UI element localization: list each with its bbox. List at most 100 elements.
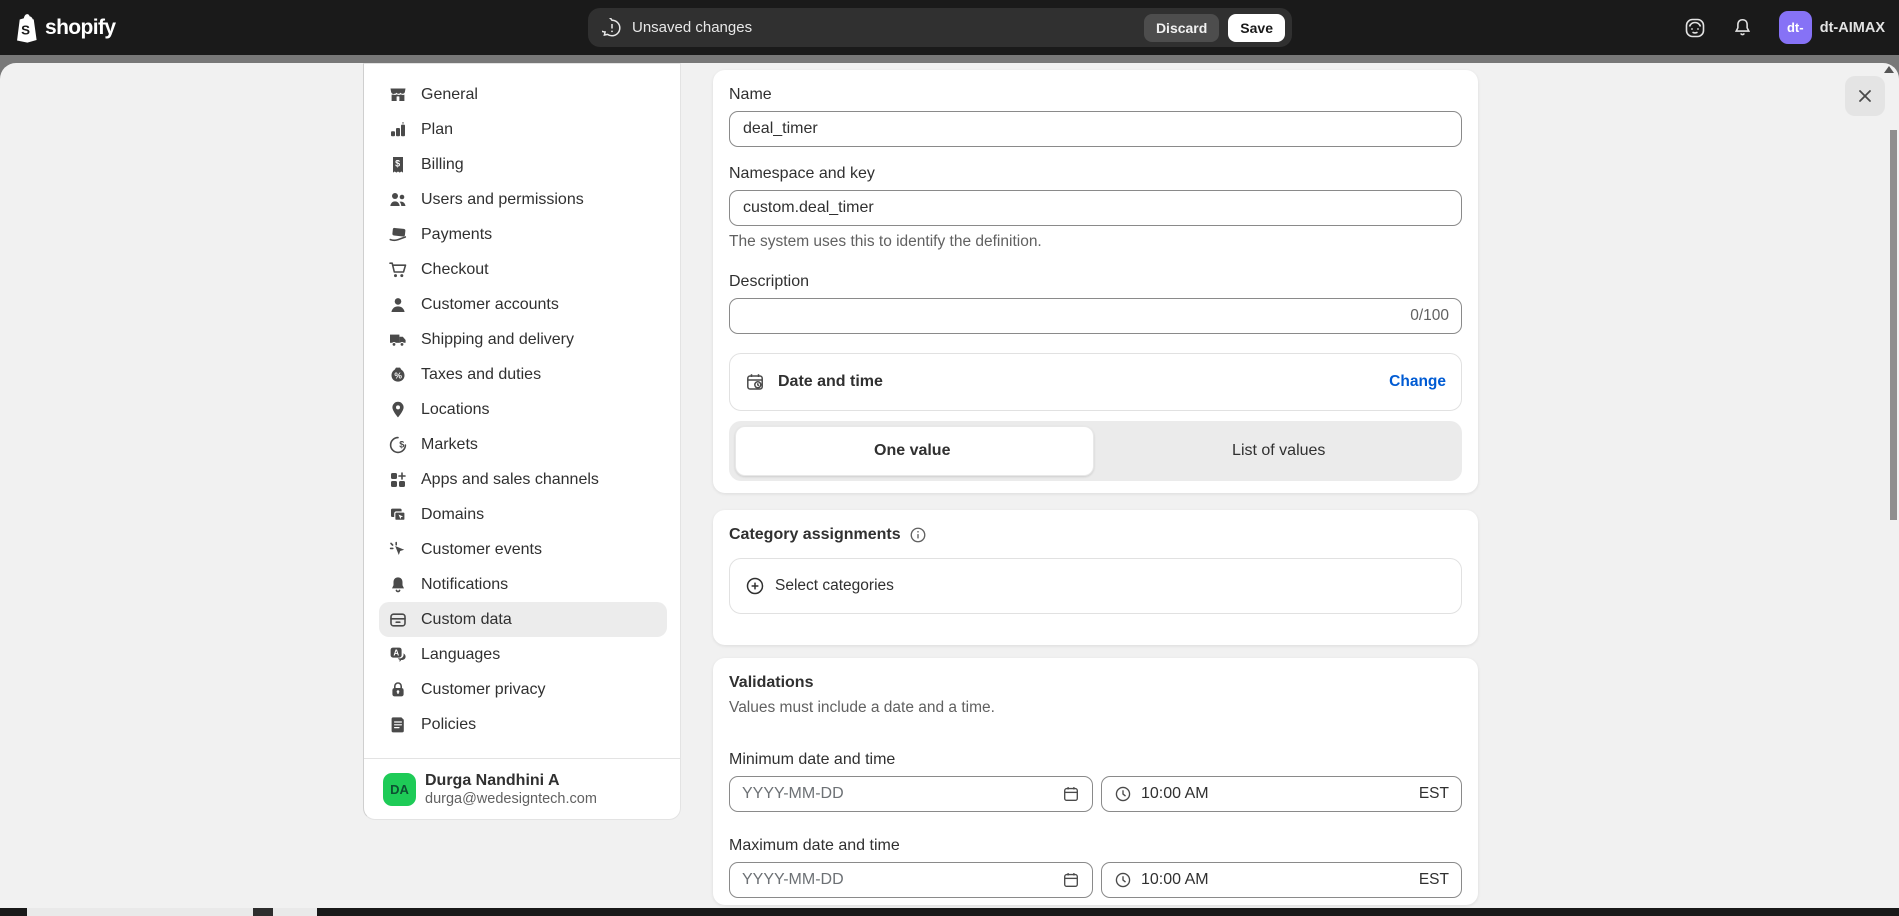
- min-time-value: 10:00 AM: [1141, 785, 1209, 803]
- notifications-bell-icon[interactable]: [1732, 17, 1754, 39]
- min-date-placeholder: YYYY-MM-DD: [742, 785, 844, 803]
- plus-circle-icon: [745, 576, 765, 596]
- sidebar-item-billing[interactable]: $Billing: [379, 147, 667, 182]
- one-value-segment[interactable]: One value: [729, 421, 1096, 481]
- customdata-icon: [388, 610, 408, 630]
- description-input[interactable]: [729, 298, 1462, 334]
- sidebar-item-general[interactable]: General: [379, 77, 667, 112]
- sidebar-item-markets[interactable]: $Markets: [379, 427, 667, 462]
- sidebar-item-custom-data[interactable]: Custom data: [379, 602, 667, 637]
- close-icon: [1857, 88, 1873, 104]
- sidebar-item-shipping-and-delivery[interactable]: Shipping and delivery: [379, 322, 667, 357]
- top-bar: S shopify Unsaved changes Discard Save: [0, 0, 1899, 55]
- taxes-icon: %: [388, 365, 408, 385]
- cardinality-segmented-control: One value List of values: [729, 421, 1462, 481]
- calendar-clock-icon: [745, 372, 765, 392]
- sidebar-user[interactable]: DA Durga Nandhini A durga@wedesigntech.c…: [383, 771, 597, 808]
- shopify-logo[interactable]: S shopify: [13, 0, 115, 55]
- max-date-input[interactable]: YYYY-MM-DD: [729, 862, 1093, 898]
- discard-button[interactable]: Discard: [1144, 14, 1219, 42]
- sidebar-item-customer-events[interactable]: Customer events: [379, 532, 667, 567]
- close-modal-button[interactable]: [1845, 76, 1885, 116]
- description-char-counter: 0/100: [1410, 307, 1449, 325]
- horizontal-scrollbar-track[interactable]: [27, 908, 317, 916]
- sidebar-item-label: Checkout: [421, 261, 489, 279]
- clock-icon: [1114, 785, 1132, 803]
- svg-text:%: %: [394, 370, 402, 380]
- clock-icon: [1114, 871, 1132, 889]
- unsaved-changes-label: Unsaved changes: [632, 19, 752, 36]
- cursor-icon: [388, 540, 408, 560]
- scrollbar-up-arrow[interactable]: [1884, 66, 1894, 73]
- shopify-bag-icon: S: [13, 13, 40, 43]
- max-time-input[interactable]: 10:00 AM EST: [1101, 862, 1462, 898]
- sidebar-item-label: Taxes and duties: [421, 366, 541, 384]
- sidebar-item-payments[interactable]: Payments: [379, 217, 667, 252]
- name-input[interactable]: [729, 111, 1462, 147]
- save-button[interactable]: Save: [1228, 14, 1285, 42]
- min-time-input[interactable]: 10:00 AM EST: [1101, 776, 1462, 812]
- sidebar-item-domains[interactable]: Domains: [379, 497, 667, 532]
- horizontal-scrollbar-thumb[interactable]: [253, 908, 273, 916]
- validations-title: Validations: [729, 674, 1462, 692]
- sidebar-item-plan[interactable]: Plan: [379, 112, 667, 147]
- content-type-row: Date and time Change: [729, 353, 1462, 411]
- sidebar-divider: [364, 758, 680, 759]
- store-avatar: dt-: [1779, 11, 1812, 44]
- sidebar-item-label: Customer events: [421, 541, 542, 559]
- max-date-placeholder: YYYY-MM-DD: [742, 871, 844, 889]
- svg-text:A: A: [393, 648, 399, 657]
- apps-icon: [388, 470, 408, 490]
- namespace-label: Namespace and key: [729, 165, 1462, 183]
- content-type-label: Date and time: [778, 373, 883, 391]
- select-categories-label: Select categories: [775, 577, 894, 595]
- info-icon[interactable]: [909, 526, 927, 544]
- sidebar-item-customer-privacy[interactable]: Customer privacy: [379, 672, 667, 707]
- namespace-input[interactable]: [729, 190, 1462, 226]
- min-datetime-label: Minimum date and time: [729, 751, 1462, 769]
- svg-text:$: $: [395, 158, 400, 168]
- description-label: Description: [729, 273, 1462, 291]
- validations-card: Validations Values must include a date a…: [713, 658, 1478, 905]
- sidebar-item-users-and-permissions[interactable]: Users and permissions: [379, 182, 667, 217]
- user-avatar: DA: [383, 773, 416, 806]
- change-type-link[interactable]: Change: [1389, 373, 1446, 391]
- payments-icon: [388, 225, 408, 245]
- sidebar-item-languages[interactable]: A Languages: [379, 637, 667, 672]
- top-bar-right: dt- dt-AIMAX: [1684, 0, 1885, 55]
- settings-modal: GeneralPlan$BillingUsers and permissions…: [0, 63, 1899, 908]
- truck-icon: [388, 330, 408, 350]
- bottom-bar: [0, 908, 1899, 916]
- sidebar-item-label: Customer accounts: [421, 296, 559, 314]
- sidebar-item-locations[interactable]: Locations: [379, 392, 667, 427]
- plan-icon: [388, 120, 408, 140]
- calendar-icon: [1062, 785, 1080, 803]
- sidebar-item-customer-accounts[interactable]: Customer accounts: [379, 287, 667, 322]
- sidebar-item-label: Locations: [421, 401, 490, 419]
- sidebar-item-label: Customer privacy: [421, 681, 545, 699]
- lock-icon: [388, 680, 408, 700]
- bell-side-icon: [388, 575, 408, 595]
- min-date-input[interactable]: YYYY-MM-DD: [729, 776, 1093, 812]
- user-email: durga@wedesigntech.com: [425, 790, 597, 808]
- users-icon: [388, 190, 408, 210]
- select-categories-button[interactable]: Select categories: [729, 558, 1462, 614]
- checkout-icon: [388, 260, 408, 280]
- user-name: Durga Nandhini A: [425, 771, 597, 790]
- sidebar-item-taxes-and-duties[interactable]: % Taxes and duties: [379, 357, 667, 392]
- sidekick-assistant-icon[interactable]: [1684, 17, 1706, 39]
- namespace-help-text: The system uses this to identify the def…: [729, 233, 1462, 251]
- min-timezone: EST: [1419, 785, 1449, 803]
- vertical-scrollbar-thumb[interactable]: [1890, 130, 1897, 520]
- list-of-values-segment[interactable]: List of values: [1096, 421, 1463, 481]
- sidebar-item-label: Custom data: [421, 611, 512, 629]
- sidebar-item-checkout[interactable]: Checkout: [379, 252, 667, 287]
- sidebar-item-apps-and-sales-channels[interactable]: Apps and sales channels: [379, 462, 667, 497]
- sidebar-item-label: Apps and sales channels: [421, 471, 599, 489]
- sidebar-item-policies[interactable]: Policies: [379, 707, 667, 742]
- definition-card: Name Namespace and key The system uses t…: [713, 70, 1478, 493]
- sidebar-item-label: Languages: [421, 646, 500, 664]
- sidebar-item-notifications[interactable]: Notifications: [379, 567, 667, 602]
- store-menu[interactable]: dt- dt-AIMAX: [1779, 11, 1885, 44]
- category-assignments-title: Category assignments: [729, 526, 901, 544]
